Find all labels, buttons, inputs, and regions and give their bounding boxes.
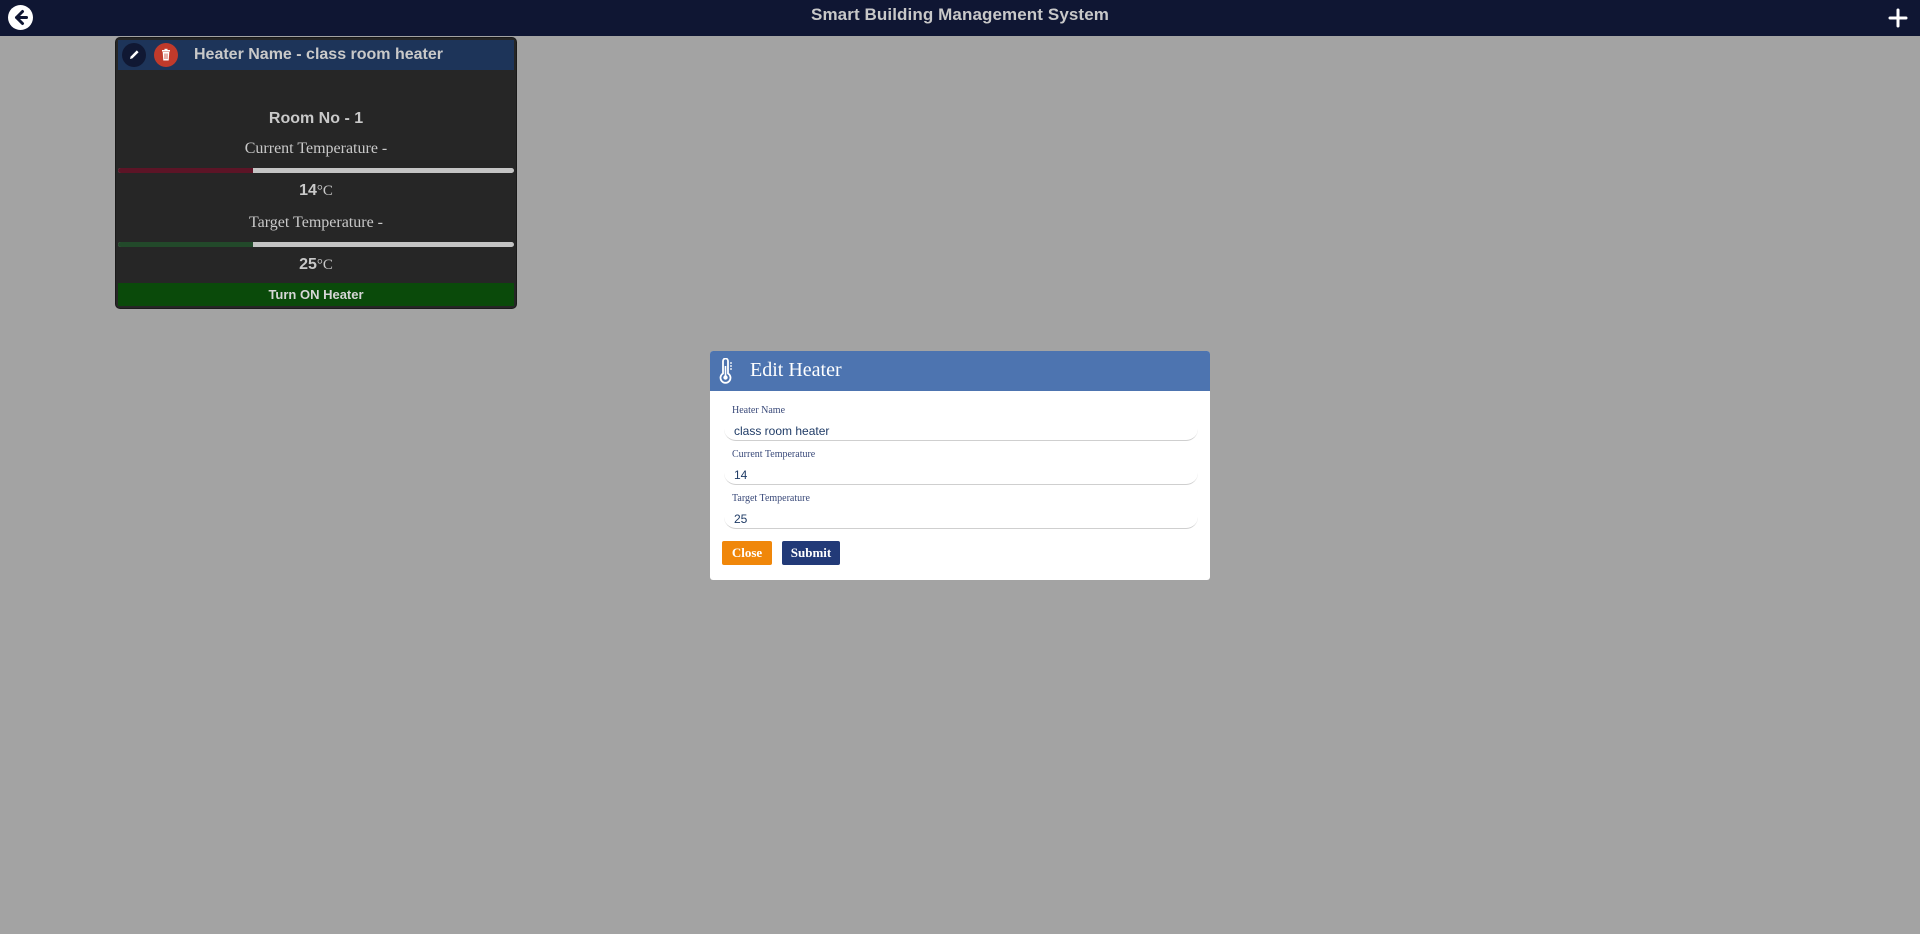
current-temperature-field-label: Current Temperature: [732, 449, 816, 460]
edit-heater-dialog: Edit Heater Heater Name Current Temperat…: [710, 351, 1210, 580]
current-temperature-slider[interactable]: [118, 168, 514, 173]
target-temperature-input[interactable]: [724, 509, 1198, 529]
current-temperature-slider-fill: [118, 168, 253, 173]
room-number: Room No - 1: [268, 110, 364, 127]
current-temperature-input[interactable]: [724, 465, 1198, 485]
delete-heater-button[interactable]: [154, 43, 178, 67]
heater-card: Heater Name - class room heater Room No …: [116, 38, 516, 308]
target-temperature-number: 25: [299, 256, 317, 273]
thermometer-icon: [719, 358, 732, 384]
heater-card-title: Heater Name - class room heater: [194, 46, 443, 63]
target-temperature-value: 25°C: [116, 256, 516, 274]
heater-card-header: Heater Name - class room heater: [118, 40, 514, 70]
current-temperature-label: Current Temperature -: [244, 140, 388, 157]
app-title: Smart Building Management System: [811, 5, 1109, 24]
target-temperature-field-label: Target Temperature: [732, 493, 810, 504]
submit-button[interactable]: Submit: [782, 541, 840, 565]
target-temperature-unit: °C: [316, 257, 333, 273]
add-heater-button[interactable]: [1884, 4, 1912, 32]
current-temperature-number: 14: [299, 182, 317, 199]
top-navbar: Smart Building Management System: [0, 0, 1920, 36]
plus-icon: [1888, 8, 1908, 28]
edit-heater-button[interactable]: [122, 43, 146, 67]
target-temperature-slider-fill: [118, 242, 253, 247]
target-temperature-label: Target Temperature -: [249, 214, 383, 231]
turn-on-heater-button[interactable]: Turn ON Heater: [118, 283, 514, 306]
pencil-icon: [130, 50, 139, 59]
close-button[interactable]: Close: [722, 541, 772, 565]
target-temperature-slider[interactable]: [118, 242, 514, 247]
dialog-title: Edit Heater: [750, 359, 842, 381]
heater-name-input[interactable]: [724, 421, 1198, 441]
current-temperature-unit: °C: [316, 183, 333, 199]
current-temperature-value: 14°C: [116, 182, 516, 200]
heater-name-label: Heater Name: [732, 405, 786, 416]
trash-icon: [162, 48, 170, 61]
dialog-header: Edit Heater: [710, 351, 1210, 391]
